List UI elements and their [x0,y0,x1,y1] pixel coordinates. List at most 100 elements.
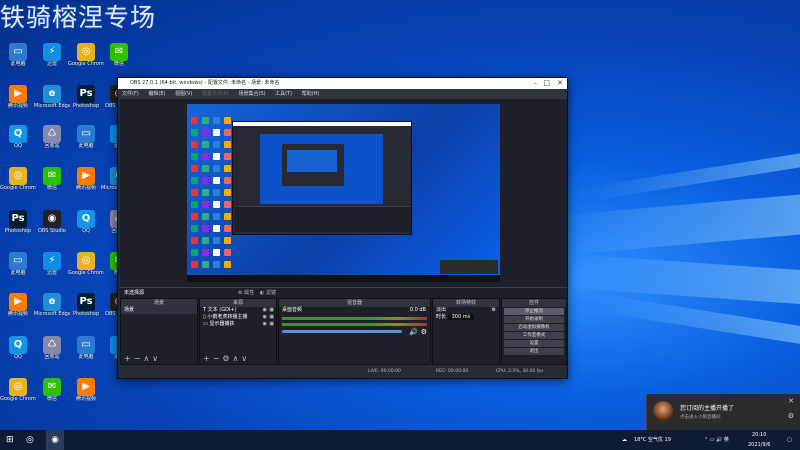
weather-status[interactable]: 18°C 空气优 19 [634,430,671,450]
properties-button[interactable]: ⚙ 属性 [238,288,254,298]
windows-start-icon[interactable]: ⊞ [6,430,14,450]
obs-window[interactable]: OBS 27.0.1 (64-bit, windows) - 配置文件: 未命名… [117,77,568,379]
desktop-icon[interactable]: Q QQ [0,336,36,376]
menu-profile[interactable]: 配置文件(P) [202,91,229,97]
obs-taskbar-icon[interactable]: ◉ [46,430,64,450]
close-icon[interactable]: ✕ [557,78,563,89]
notification-center-icon[interactable]: ▢ [787,430,792,450]
scene-toolbar[interactable]: +−∧∨ [121,354,197,364]
desktop-icon[interactable]: ▭ 此电脑 [0,43,36,83]
settings-button[interactable]: 设置 [504,340,564,347]
filters-button[interactable]: ◐ 滤镜 [260,288,276,298]
desktop-icon[interactable]: ▶ 腾讯视频 [68,378,104,418]
source-toolbar[interactable]: +−⚙∧∨ [200,354,276,364]
desktop-icon[interactable]: ▭ 此电脑 [68,336,104,376]
preview-icon [202,225,209,232]
visibility-icon[interactable]: ◉ [263,321,267,328]
duration-input[interactable]: 300 ms [447,314,475,320]
menu-help[interactable]: 帮助(H) [302,91,320,97]
desktop-icon[interactable]: ▶ 腾讯视频 [0,293,36,333]
duration-label: 时长 [436,314,447,320]
source-item[interactable]: ▯ 小鹅老虎转播主播 ◉ ▣ [200,314,276,321]
volume-slider[interactable] [282,330,402,333]
desktop-icon[interactable]: ◎ Google Chrome [68,252,104,292]
desktop-icon[interactable]: ◎ Google Chrome [68,43,104,83]
menu-scene-collection[interactable]: 场景集合(S) [238,91,265,97]
studio-mode-button[interactable]: 工作室模式 [504,332,564,339]
gear-icon[interactable]: ⚙ [421,328,427,336]
desktop-icon[interactable]: ♺回收站 [34,125,70,165]
desktop-icon[interactable]: ▭ 此电脑 [0,252,36,292]
start-recording-button[interactable]: 开始录制 [504,316,564,323]
desktop-icon[interactable]: ▭ 此电脑 [68,125,104,165]
tray-icons[interactable]: ⌃ ▭ 🔊 英 [704,430,729,450]
taskbar: ⊞ ◎ ◉ ☁ 18°C 空气优 19 ⌃ ▭ 🔊 英 20:10 2021/9… [0,430,800,450]
close-icon[interactable]: ✕ [788,397,794,405]
maximize-icon[interactable]: □ [543,78,550,89]
weather-icon: ☁ [622,437,627,443]
minimize-icon[interactable]: – [534,78,538,89]
desktop-icon[interactable]: ✉微信 [34,167,70,207]
desktop-icon[interactable]: ♺回收站 [34,336,70,376]
clock-date[interactable]: 2021/9/6 [748,440,770,450]
desktop-icon-label: 回收站 [44,143,60,149]
menu-view[interactable]: 视图(V) [175,91,192,97]
preview-icon [224,261,231,268]
menu-file[interactable]: 文件(F) [122,91,139,97]
nested-preview-2 [287,150,337,172]
app-icon: ▭ [77,336,95,354]
desktop-icon[interactable]: Ps Photoshop [68,85,104,125]
title-bar[interactable]: OBS 27.0.1 (64-bit, windows) - 配置文件: 未命名… [118,78,567,89]
live-notification[interactable]: 您订阅的主播开播了 点击进入小鹅直播间 ✕ ⚙ [646,394,800,431]
desktop-icon-label: 此电脑 [10,61,26,67]
virtual-camera-button[interactable]: 启动虚拟摄像机 [504,324,564,331]
speaker-icon[interactable]: 🔊 [409,328,418,336]
exit-button[interactable]: 退出 [504,348,564,355]
desktop-icon[interactable]: Ps Photoshop [0,210,36,250]
desktop-icon[interactable]: eMicrosoft Edge [34,85,70,125]
desktop-icon[interactable]: Q QQ [68,210,104,250]
app-icon: ▭ [9,252,27,270]
preview-notification [440,260,498,274]
desktop-icon[interactable]: ◉OBS Studio [34,210,70,250]
menu-edit[interactable]: 编辑(E) [148,91,165,97]
desktop-icon[interactable]: Ps Photoshop [68,293,104,333]
scene-item[interactable]: 场景 [121,307,197,314]
desktop-icon[interactable]: ◎ Google Chrome [0,378,36,418]
app-icon: e [43,85,61,103]
app-icon: ▭ [9,43,27,61]
preview-icon [202,129,209,136]
no-source-label: 未选择源 [124,290,145,296]
preview-icon [202,177,209,184]
source-item[interactable]: ▭ 显示器捕获 ◉ ▣ [200,321,276,328]
menu-tools[interactable]: 工具(T) [275,91,292,97]
desktop-icon[interactable]: eMicrosoft Edge [34,293,70,333]
clock-time[interactable]: 20:10 [752,430,766,440]
source-item[interactable]: T 文本 (GDI+) ◉ ▣ [200,307,276,314]
desktop-icon[interactable]: ⚡迅雷 [34,43,70,83]
lock-icon[interactable]: ▣ [269,314,274,321]
preview-canvas[interactable] [187,104,500,282]
desktop-icon[interactable]: ▶ 腾讯视频 [0,85,36,125]
app-icon: Ps [9,210,27,228]
desktop-icon[interactable]: ◎ Google Chrome [0,167,36,207]
lock-icon[interactable]: ▣ [269,321,274,328]
app-taskbar-icon[interactable]: ◎ [26,430,34,450]
preview-icon [202,213,209,220]
source-label: 显示器捕获 [209,321,235,327]
visibility-icon[interactable]: ◉ [263,307,267,314]
transition-select[interactable]: 淡出 ⚙ [433,307,499,314]
desktop-icon[interactable]: ▶ 腾讯视频 [68,167,104,207]
desktop-icon[interactable]: Q QQ [0,125,36,165]
desktop-icon[interactable]: ⚡迅雷 [34,252,70,292]
gear-icon[interactable]: ⚙ [492,307,496,314]
scenes-dock: 场景 场景 +−∧∨ [120,298,198,365]
stop-streaming-button[interactable]: 停止推流 [504,308,564,315]
visibility-icon[interactable]: ◉ [263,314,267,321]
app-icon: Q [9,125,27,143]
lock-icon[interactable]: ▣ [269,307,274,314]
app-icon: ▭ [77,125,95,143]
nested-obs-window [232,121,412,235]
gear-icon[interactable]: ⚙ [788,412,794,420]
desktop-icon[interactable]: ✉微信 [34,378,70,418]
